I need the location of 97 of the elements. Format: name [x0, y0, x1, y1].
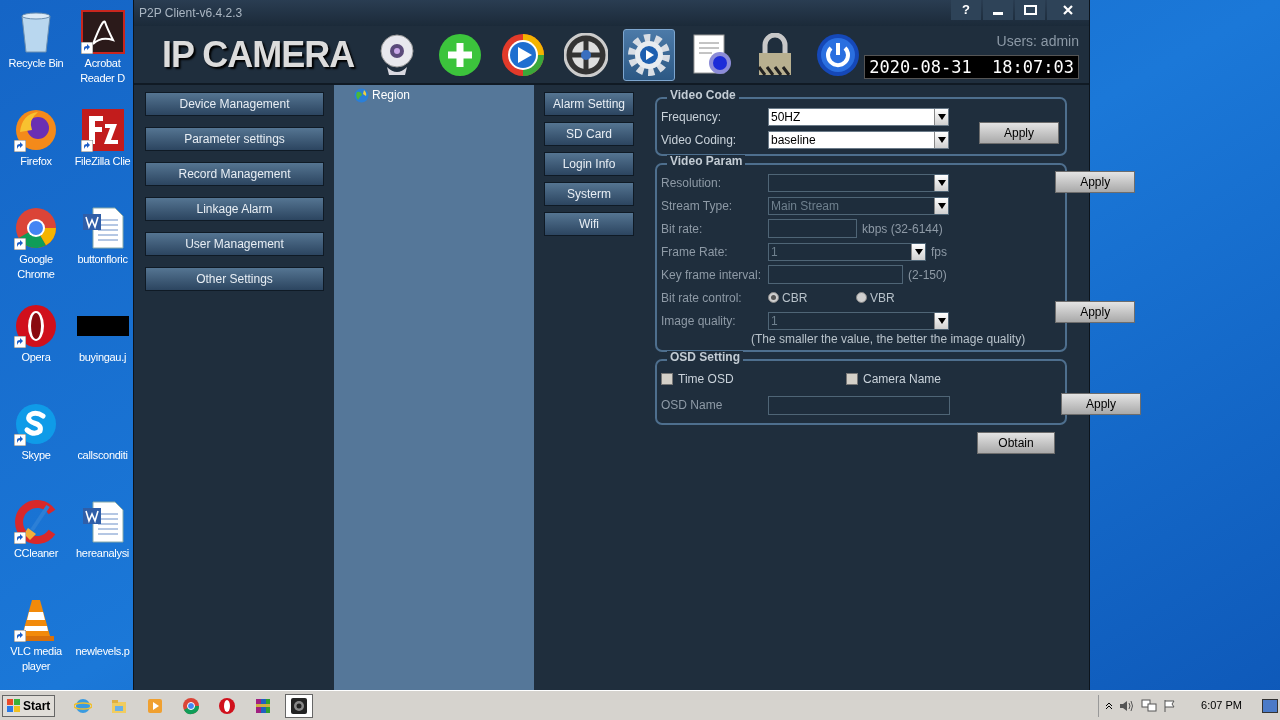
desktop-icon-label[interactable]: Acrobat Reader D	[80, 56, 125, 86]
checkbox[interactable]	[661, 372, 673, 385]
dropdown[interactable]: baseline	[768, 130, 949, 149]
desktop-icon-label[interactable]: FileZilla Clie	[74, 154, 131, 169]
desktop-icon-label[interactable]: newlevels.p	[75, 644, 130, 659]
clock-display: 2020-08-31 18:07:03	[864, 54, 1079, 79]
add-icon	[438, 32, 483, 77]
apply-button[interactable]: Apply	[1061, 393, 1141, 415]
field-label: Image quality:	[661, 312, 737, 330]
submenu-button[interactable]: Alarm Setting	[544, 92, 634, 116]
word-document-icon	[80, 500, 125, 544]
apply-button[interactable]: Apply	[1055, 171, 1136, 193]
globe-icon	[354, 87, 369, 103]
help-button[interactable]: ?	[951, 0, 981, 20]
power-icon	[816, 32, 861, 77]
submenu-button[interactable]: Login Info	[544, 152, 634, 176]
chrome-icon	[182, 696, 201, 715]
desktop-icon-label[interactable]: Firefox	[20, 154, 52, 169]
close-button[interactable]	[1047, 0, 1089, 20]
apply-button[interactable]: Apply	[1055, 301, 1136, 323]
ccleaner-icon	[14, 500, 58, 544]
field-label: Frame Rate:	[661, 243, 729, 261]
menu-button[interactable]: Linkage Alarm	[145, 197, 324, 221]
field-unit: (2-150)	[908, 266, 947, 284]
field-label: Frequency:	[661, 108, 723, 126]
field-label: Resolution:	[661, 174, 723, 192]
field-label: Bit rate control:	[661, 289, 743, 307]
opera-icon	[218, 696, 237, 715]
apply-button[interactable]: Apply	[979, 122, 1059, 144]
archive-icon	[254, 696, 273, 715]
chevron-up-icon[interactable]	[1105, 701, 1114, 710]
toolbar-button[interactable]	[623, 28, 676, 81]
chrome-icon	[14, 206, 58, 250]
pdf-icon	[80, 10, 125, 54]
field-label: Video Coding:	[661, 131, 738, 149]
field-unit: fps	[931, 243, 947, 261]
obtain-button[interactable]: Obtain	[977, 432, 1055, 454]
film-reel-icon	[564, 32, 609, 77]
desktop-icon-label[interactable]: Recycle Bin	[8, 56, 64, 71]
desktop-icon-label[interactable]: Skype	[21, 448, 51, 463]
menu-button[interactable]: Other Settings	[145, 267, 324, 291]
taskbar-clock[interactable]: 6:07 PM	[1201, 697, 1242, 714]
submenu-button[interactable]: Wifi	[544, 212, 634, 236]
flag-icon[interactable]	[1163, 698, 1178, 713]
show-desktop-button[interactable]	[1262, 698, 1278, 713]
desktop-icon-label[interactable]: Opera	[21, 350, 51, 365]
hint-text: (The smaller the value, the better the image quality)	[750, 332, 1026, 347]
camera-app-icon	[290, 696, 309, 715]
speaker-icon[interactable]	[1119, 698, 1136, 713]
media-player-icon	[146, 696, 165, 715]
start-button[interactable]: Start	[2, 694, 56, 717]
menu-button[interactable]: User Management	[145, 232, 324, 256]
app-logo: IP CAMERA	[161, 32, 356, 77]
checkbox-label: Time OSD	[678, 370, 734, 388]
field-unit: kbps (32-6144)	[862, 220, 943, 238]
menu-button[interactable]: Record Management	[145, 162, 324, 186]
field-label: Bit rate:	[661, 220, 704, 238]
desktop-icon-label[interactable]: callsconditi	[77, 448, 128, 463]
menu-button[interactable]: Parameter settings	[145, 127, 324, 151]
field-label: Stream Type:	[661, 197, 734, 215]
maximize-button[interactable]	[1015, 0, 1045, 20]
menu-button[interactable]: Device Management	[145, 92, 324, 116]
browser-e-icon	[74, 696, 93, 715]
network-icon[interactable]	[1141, 698, 1158, 713]
desktop-icon-label[interactable]: VLC media player	[10, 644, 62, 674]
field-label: Key frame interval:	[661, 266, 763, 284]
opera-icon	[14, 304, 58, 348]
word-document-icon	[80, 206, 125, 250]
group-title: OSD Setting	[667, 351, 743, 363]
desktop-icon-label[interactable]: buyingau.j	[78, 350, 127, 365]
submenu-button[interactable]: SD Card	[544, 122, 634, 146]
input-field[interactable]	[768, 395, 950, 415]
radio-label: CBR	[782, 289, 808, 307]
group-title: Video Param	[667, 155, 746, 167]
checkbox[interactable]	[846, 372, 858, 385]
settings-icon	[627, 32, 672, 77]
minimize-button[interactable]	[983, 0, 1013, 20]
tree-item[interactable]: Region	[372, 86, 411, 104]
window-title: P2P Client-v6.4.2.3	[139, 5, 243, 22]
user-label: Users: admin	[996, 31, 1079, 51]
desktop-icon-label[interactable]: hereanalysi	[76, 546, 129, 561]
submenu-button[interactable]: Systerm	[544, 182, 634, 206]
play-icon	[501, 32, 546, 77]
radio-label: VBR	[870, 289, 895, 307]
desktop-icon-label[interactable]: CCleaner	[13, 546, 59, 561]
close-icon	[1063, 5, 1073, 15]
firefox-icon	[14, 108, 58, 152]
field-label: OSD Name	[661, 397, 724, 414]
group-title: Video Code	[667, 89, 739, 101]
windows-logo-icon	[7, 698, 21, 713]
desktop-icon-label[interactable]: Google Chrome	[17, 252, 55, 282]
filezilla-icon	[80, 108, 125, 152]
checkbox-label: Camera Name	[863, 370, 942, 388]
desktop-icon-label[interactable]: buttonfloric	[77, 252, 128, 267]
dropdown[interactable]: 50HZ	[768, 107, 949, 126]
taskbar-app-button[interactable]	[285, 693, 314, 718]
skype-icon	[14, 402, 58, 446]
